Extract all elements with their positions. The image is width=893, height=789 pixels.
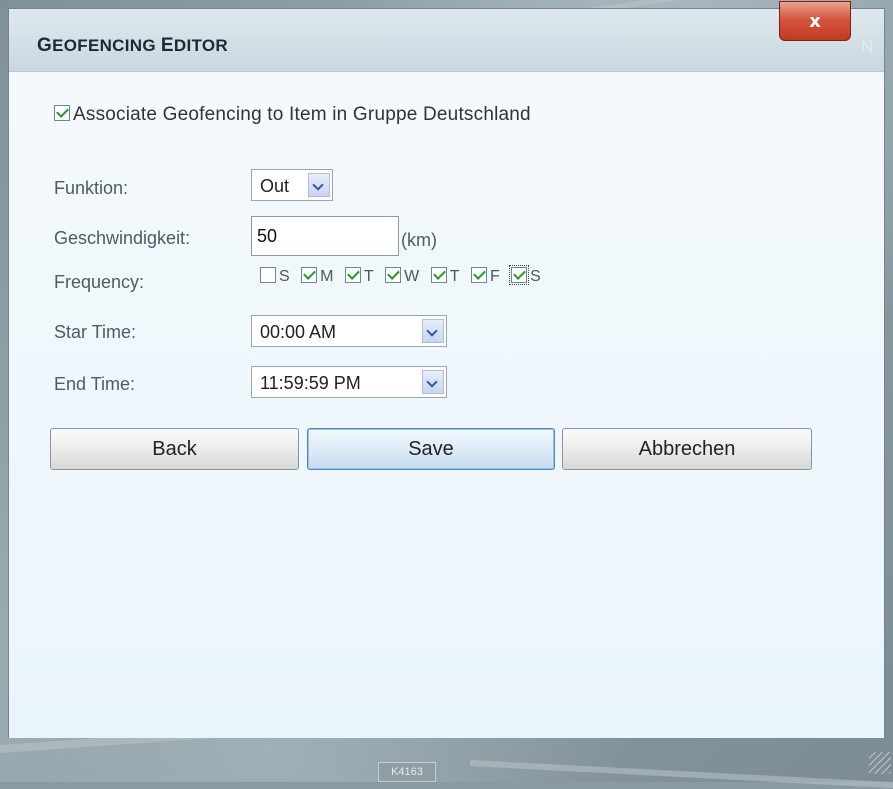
- day-wednesday[interactable]: W: [385, 267, 419, 286]
- end-time-select[interactable]: 11:59:59 PM: [251, 366, 447, 398]
- close-icon: x: [809, 11, 821, 32]
- frequency-days: S M T W T F S: [260, 265, 548, 286]
- day-saturday[interactable]: S: [509, 265, 541, 286]
- geschwindigkeit-input[interactable]: [251, 216, 399, 256]
- day-checkbox[interactable]: [301, 267, 318, 284]
- frequency-label: Frequency:: [54, 272, 145, 292]
- associate-checkbox[interactable]: [54, 104, 70, 121]
- associate-row: Associate Geofencing to Item in Gruppe D…: [54, 104, 531, 126]
- end-time-value: 11:59:59 PM: [260, 373, 361, 393]
- background-text: N: [861, 37, 874, 56]
- day-checkbox[interactable]: [344, 267, 361, 284]
- road-sign-label: K4163: [378, 762, 436, 782]
- associate-label: Associate Geofencing to Item in Gruppe D…: [73, 104, 531, 125]
- end-time-label: End Time:: [54, 374, 136, 394]
- day-checkbox[interactable]: [509, 265, 530, 286]
- save-button[interactable]: Save: [307, 428, 555, 470]
- funktion-label: Funktion:: [54, 178, 129, 198]
- day-checkbox[interactable]: [470, 267, 487, 284]
- day-friday[interactable]: F: [470, 267, 500, 286]
- geofencing-editor-dialog: GEOFENCING EDITOR x N Associate Geofenci…: [8, 1, 885, 738]
- day-sunday[interactable]: S: [260, 267, 290, 286]
- close-button[interactable]: x: [779, 1, 851, 41]
- start-time-label: Star Time:: [54, 322, 137, 342]
- back-button[interactable]: Back: [50, 428, 299, 470]
- day-thursday[interactable]: T: [430, 267, 459, 286]
- start-time-value: 00:00 AM: [260, 322, 337, 342]
- chevron-down-icon[interactable]: [422, 319, 444, 343]
- geschwindigkeit-unit: (km): [401, 230, 437, 250]
- map-road: [469, 760, 893, 789]
- day-checkbox[interactable]: [260, 267, 276, 284]
- day-tuesday[interactable]: T: [344, 267, 374, 286]
- day-monday[interactable]: M: [301, 267, 333, 286]
- cancel-button[interactable]: Abbrechen: [562, 428, 812, 470]
- dialog-title: GEOFENCING EDITOR: [37, 35, 228, 56]
- resize-grip-icon[interactable]: [869, 752, 891, 774]
- chevron-down-icon[interactable]: [308, 173, 330, 197]
- chevron-down-icon[interactable]: [422, 370, 444, 394]
- dialog-content: Associate Geofencing to Item in Gruppe D…: [9, 72, 884, 738]
- day-checkbox[interactable]: [385, 267, 402, 284]
- funktion-value: Out: [260, 176, 290, 196]
- day-checkbox[interactable]: [430, 267, 447, 284]
- funktion-select[interactable]: Out: [251, 169, 333, 201]
- start-time-select[interactable]: 00:00 AM: [251, 315, 447, 347]
- dialog-titlebar[interactable]: GEOFENCING EDITOR x N: [9, 1, 884, 72]
- geschwindigkeit-label: Geschwindigkeit:: [54, 228, 191, 248]
